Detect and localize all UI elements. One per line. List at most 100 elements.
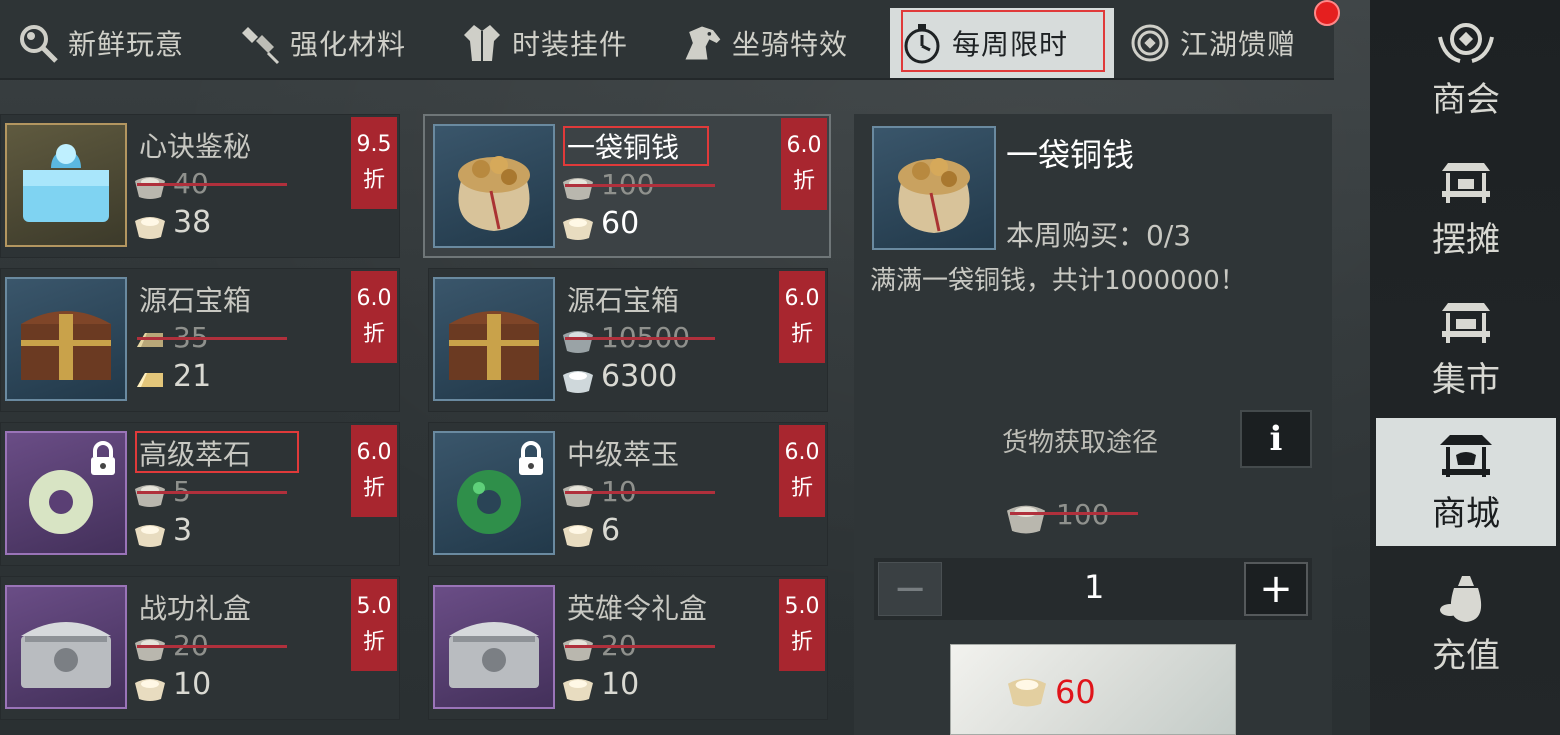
treasure-chest-icon (5, 277, 127, 401)
tab-weekly-limited[interactable]: 每周限时 (890, 8, 1114, 78)
discount-unit: 折 (362, 168, 385, 193)
tab-label: 强化材料 (290, 28, 407, 61)
nav-stall[interactable]: 摆摊 (1376, 144, 1556, 274)
decrease-quantity-button[interactable]: − (878, 562, 942, 616)
item-name: 心诀鉴秘 (139, 130, 252, 163)
discount-value: 6.0 (356, 440, 392, 465)
nav-label: 集市 (1432, 360, 1500, 400)
shop-item-card[interactable]: 源石宝箱 35 21 6.0 折 (0, 268, 400, 412)
quantity-value[interactable]: 1 (1084, 568, 1104, 606)
gold-bar-currency-icon (133, 365, 167, 399)
material-icon (238, 21, 282, 65)
name-highlight-box (563, 126, 709, 166)
discounted-price: 3 (173, 513, 193, 548)
shop-item-card[interactable]: 战功礼盒 20 10 5.0 折 (0, 576, 400, 720)
discount-badge: 5.0 折 (779, 579, 825, 671)
gift-coin-icon (1128, 21, 1172, 65)
weekly-purchase-limit: 本周购买：0/3 (1006, 219, 1192, 252)
price-strikethrough (137, 491, 287, 494)
discounted-price: 6 (601, 513, 621, 548)
discounted-price: 10 (601, 667, 640, 702)
shop-item-card[interactable]: 英雄令礼盒 20 10 5.0 折 (428, 576, 828, 720)
discount-value: 5.0 (356, 594, 392, 619)
shop-item-card-selected[interactable]: 一袋铜钱 100 60 6.0 折 (423, 114, 831, 258)
increase-quantity-button[interactable]: + (1244, 562, 1308, 616)
shop-item-card[interactable]: 心诀鉴秘 40 38 9.5 折 (0, 114, 400, 258)
discount-value: 6.0 (786, 133, 822, 158)
nav-mall[interactable]: 商城 (1376, 418, 1556, 546)
ingot-currency-icon (133, 171, 167, 205)
buy-button[interactable]: 60 (950, 644, 1236, 735)
detail-item-title: 一袋铜钱 (1006, 136, 1135, 174)
quantity-stepper: − 1 + (874, 558, 1312, 620)
tab-label: 新鲜玩意 (68, 28, 185, 61)
discount-unit: 折 (790, 476, 813, 501)
price-strikethrough (565, 491, 715, 494)
item-name: 战功礼盒 (139, 592, 252, 625)
buy-price: 60 (1055, 673, 1096, 711)
discounted-price: 10 (173, 667, 212, 702)
ingot-currency-icon (133, 519, 167, 553)
discount-unit: 折 (790, 322, 813, 347)
nav-chamber-of-commerce[interactable]: 商会 (1376, 4, 1556, 134)
price-strikethrough (565, 645, 715, 648)
treasure-chest-icon (433, 277, 555, 401)
discounted-price: 6300 (601, 359, 678, 394)
horse-icon (680, 21, 724, 65)
shop-item-card[interactable]: 源石宝箱 10500 6300 6.0 折 (428, 268, 828, 412)
discount-badge: 6.0 折 (781, 118, 827, 210)
coin-bag-icon (433, 124, 555, 248)
discount-value: 6.0 (784, 286, 820, 311)
category-tab-bar: 新鲜玩意 强化材料 时装挂件 坐骑特效 每周限时 江湖馈赠 (0, 0, 1334, 80)
price-strikethrough (137, 645, 287, 648)
info-button[interactable]: i (1240, 410, 1312, 468)
discount-badge: 6.0 折 (351, 425, 397, 517)
nav-recharge[interactable]: 充值 (1376, 560, 1556, 690)
tab-label: 时装挂件 (512, 28, 629, 61)
discount-value: 6.0 (784, 440, 820, 465)
ingot-currency-icon (561, 479, 595, 513)
discount-badge: 5.0 折 (351, 579, 397, 671)
money-bag-icon (1434, 568, 1498, 628)
ingot-currency-icon (561, 212, 595, 246)
discount-unit: 折 (362, 630, 385, 655)
price-strikethrough (565, 184, 715, 187)
tab-mount-effects[interactable]: 坐骑特效 (670, 8, 858, 78)
discount-value: 6.0 (356, 286, 392, 311)
nav-market[interactable]: 集市 (1376, 284, 1556, 414)
ingot-currency-icon (1004, 498, 1048, 540)
lock-icon (87, 441, 119, 481)
discount-badge: 6.0 折 (779, 271, 825, 363)
discount-badge: 6.0 折 (779, 425, 825, 517)
market-icon (1434, 292, 1498, 352)
item-name: 英雄令礼盒 (567, 592, 708, 625)
shop-item-card[interactable]: 中级萃玉 10 6 6.0 折 (428, 422, 828, 566)
stall-icon (1434, 152, 1498, 212)
tab-materials[interactable]: 强化材料 (228, 8, 416, 78)
discount-unit: 折 (362, 476, 385, 501)
discounted-price: 21 (173, 359, 212, 394)
tab-label: 江湖馈赠 (1180, 28, 1297, 61)
item-name: 中级萃玉 (567, 438, 680, 471)
discount-badge: 9.5 折 (351, 117, 397, 209)
robe-icon (460, 21, 504, 65)
ingot-currency-icon (133, 673, 167, 707)
tab-fashion[interactable]: 时装挂件 (450, 8, 638, 78)
discount-unit: 折 (790, 630, 813, 655)
discounted-price: 60 (601, 206, 640, 241)
item-name: 源石宝箱 (567, 284, 680, 317)
ingot-currency-icon (561, 172, 595, 206)
coin-bag-icon (872, 126, 996, 250)
main-nav-sidebar: 商会 摆摊 集市 商城 充值 (1370, 0, 1560, 735)
name-highlight-box (135, 431, 299, 473)
shop-item-card[interactable]: 高级萃石 5 3 6.0折 (0, 422, 400, 566)
price-strikethrough (137, 337, 287, 340)
silver-currency-icon (561, 365, 595, 399)
acquisition-source-label: 货物获取途径 (1002, 428, 1159, 458)
tab-novelty[interactable]: 新鲜玩意 (6, 8, 194, 78)
nav-label: 摆摊 (1432, 220, 1500, 260)
item-description: 满满一袋铜钱，共计1000000！ (870, 266, 1246, 296)
nav-label: 商城 (1432, 494, 1500, 534)
discount-unit: 折 (792, 169, 815, 194)
tab-jianghu-gift[interactable]: 江湖馈赠 (1118, 8, 1306, 78)
